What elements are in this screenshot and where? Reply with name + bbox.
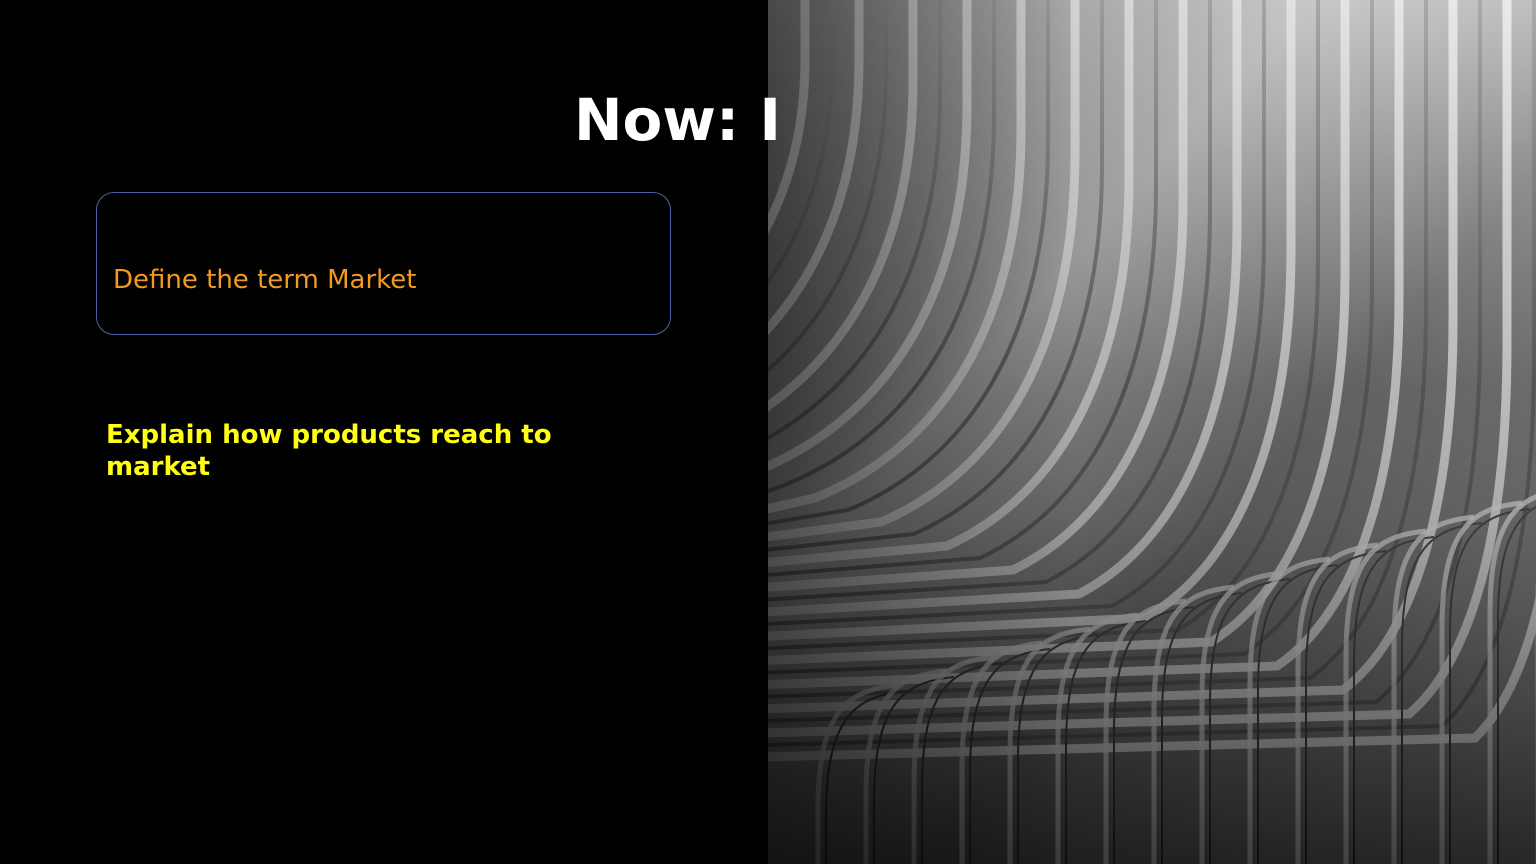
definition-text: Define the term Market <box>113 265 417 295</box>
definition-box: Define the term Market <box>96 192 671 335</box>
slide: Now: I Define the term Market Explain ho… <box>0 0 1536 864</box>
architecture-photo <box>768 0 1536 864</box>
explain-text: Explain how products reach to market <box>106 420 552 482</box>
slide-title: Now: I <box>574 86 781 154</box>
